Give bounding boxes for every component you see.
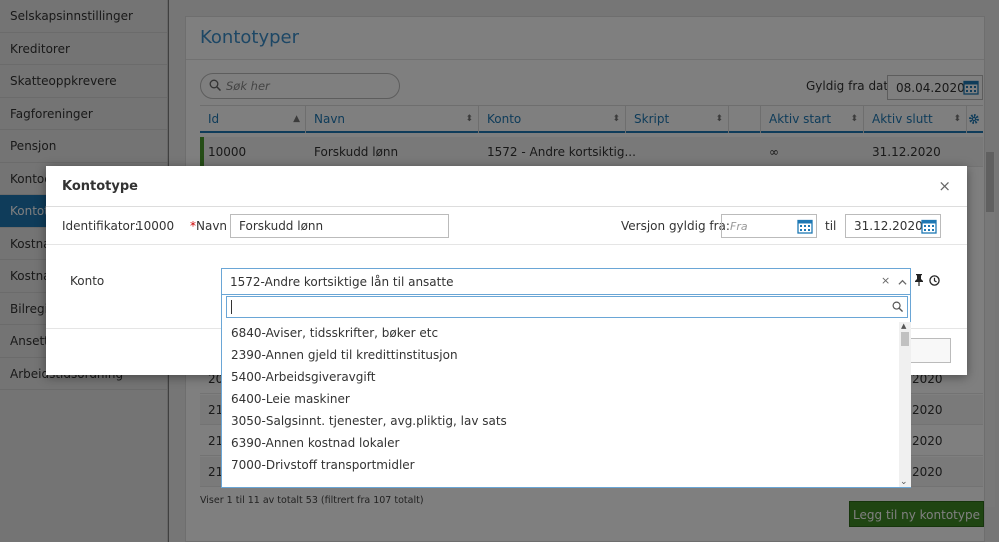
identifikator-label: Identifikator:: [62, 219, 139, 233]
scroll-up-icon[interactable]: ▲: [901, 322, 906, 330]
dropdown-scrollbar[interactable]: ▲ ⌄: [899, 322, 911, 487]
navn-label-text: Navn: [196, 219, 228, 233]
dropdown-option[interactable]: 6390-Annen kostnad lokaler: [222, 432, 898, 454]
dropdown-option[interactable]: 6400-Leie maskiner: [222, 388, 898, 410]
konto-label: Konto: [70, 274, 105, 288]
calendar-icon[interactable]: [797, 218, 813, 234]
divider: [46, 244, 967, 245]
dropdown-search-input[interactable]: [226, 296, 908, 318]
konto-selected-value: 1572-Andre kortsiktige lån til ansatte: [230, 275, 454, 289]
til-label: til: [825, 219, 837, 233]
chevron-up-icon[interactable]: [898, 278, 907, 287]
fra-date-input[interactable]: Fra: [721, 214, 817, 238]
text-cursor: [231, 300, 232, 314]
konto-select[interactable]: 1572-Andre kortsiktige lån til ansatte ×: [221, 268, 911, 295]
divider: [46, 206, 967, 207]
konto-dropdown: 6840-Aviser, tidsskrifter, bøker etc 239…: [221, 295, 911, 488]
navn-input[interactable]: Forskudd lønn: [230, 214, 449, 238]
history-icon[interactable]: [929, 275, 940, 286]
dropdown-options: 6840-Aviser, tidsskrifter, bøker etc 239…: [222, 322, 898, 476]
scrollbar-thumb[interactable]: [901, 332, 909, 346]
dropdown-option[interactable]: 7000-Drivstoff transportmidler: [222, 454, 898, 476]
dropdown-option[interactable]: 3050-Salgsinnt. tjenester, avg.pliktig, …: [222, 410, 898, 432]
dropdown-option[interactable]: 5400-Arbeidsgiveravgift: [222, 366, 898, 388]
identifikator-value: 10000: [136, 219, 175, 233]
search-icon: [892, 301, 903, 312]
calendar-icon[interactable]: [921, 218, 937, 234]
til-date-input[interactable]: 31.12.2020: [845, 214, 941, 238]
fra-placeholder: Fra: [730, 220, 748, 233]
chevron-down-icon[interactable]: ⌄: [900, 477, 908, 487]
modal-title: Kontotype: [62, 179, 138, 194]
til-value: 31.12.2020: [854, 219, 923, 233]
dropdown-option[interactable]: 2390-Annen gjeld til kredittinstitusjon: [222, 344, 898, 366]
modal-footer-button[interactable]: [906, 338, 951, 363]
navn-label: *Navn: [190, 219, 227, 233]
close-icon[interactable]: ×: [938, 177, 951, 195]
versjon-label: Versjon gyldig fra:: [621, 219, 730, 233]
dropdown-option[interactable]: 6840-Aviser, tidsskrifter, bøker etc: [222, 322, 898, 344]
clear-icon[interactable]: ×: [881, 274, 890, 287]
pin-icon[interactable]: [914, 274, 924, 286]
